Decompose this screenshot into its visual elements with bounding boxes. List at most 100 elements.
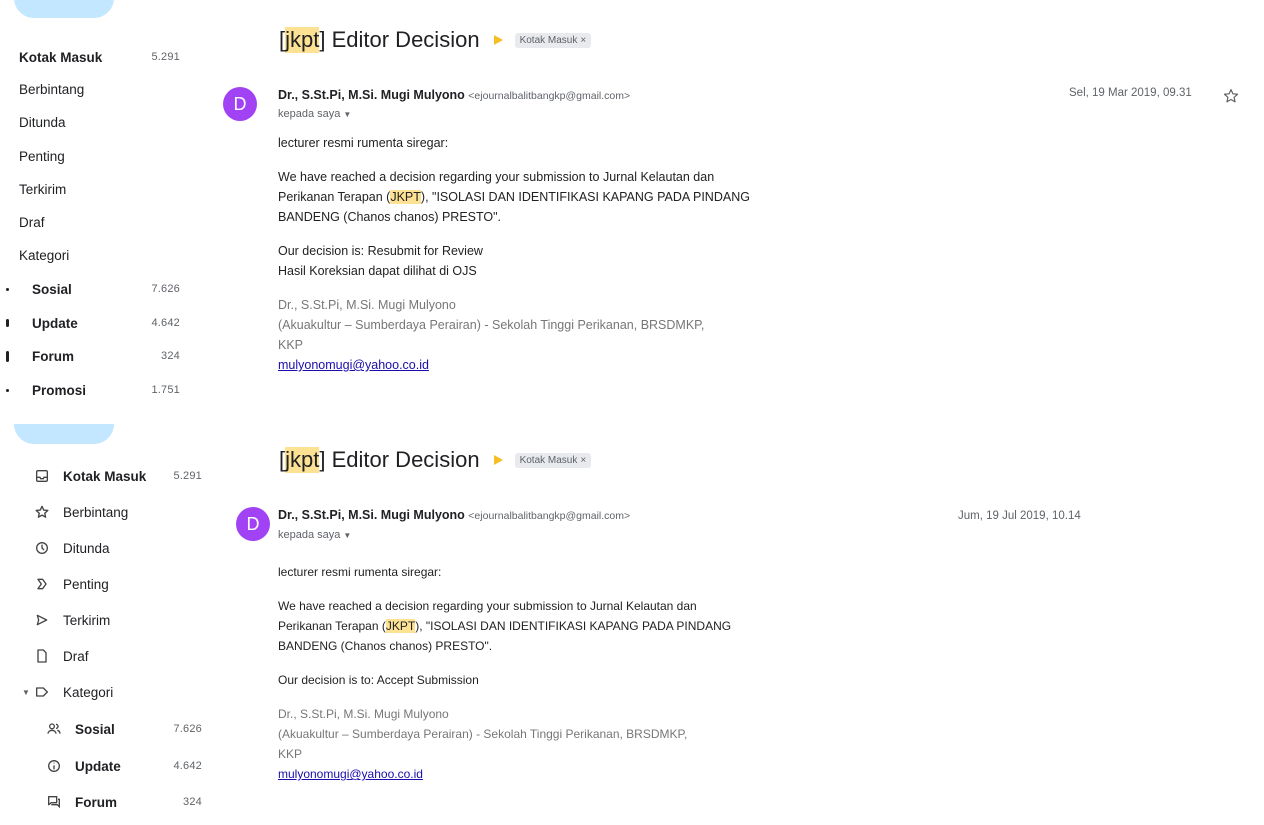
sidebar-item-forum[interactable]: Forum 324	[0, 341, 208, 371]
sender-line: Dr., S.St.Pi, M.Si. Mugi Mulyono <ejourn…	[278, 508, 630, 522]
sidebar-item-label: Draf	[19, 214, 45, 230]
sidebar-item-kategori[interactable]: ▼ Kategori	[0, 677, 208, 707]
important-icon	[33, 575, 51, 593]
avatar[interactable]: D	[223, 87, 257, 121]
inbox-icon	[33, 467, 51, 485]
expand-caret-icon[interactable]: ▼	[22, 688, 30, 697]
subject-tag-highlight: jkpt	[285, 447, 320, 473]
important-marker-icon[interactable]	[493, 35, 503, 45]
sidebar-item-count: 4.642	[151, 317, 180, 329]
signature-name: Dr., S.St.Pi, M.Si. Mugi Mulyono	[278, 298, 456, 312]
email-subject: [jkpt] Editor Decision Kotak Masuk ×	[279, 27, 592, 53]
sidebar-item-update[interactable]: Update 4.642	[0, 308, 208, 338]
forum-icon	[45, 793, 63, 811]
bullet-icon	[6, 388, 9, 392]
body-text: Perikanan Terapan (	[278, 619, 386, 633]
sender-name: Dr., S.St.Pi, M.Si. Mugi Mulyono	[278, 508, 465, 522]
bullet-icon	[6, 319, 9, 327]
signature-affiliation: (Akuakultur – Sumberdaya Perairan) - Sek…	[278, 318, 705, 332]
label-chip-inbox[interactable]: Kotak Masuk ×	[514, 452, 592, 468]
sidebar: Kotak Masuk 5.291 Berbintang Ditunda Pen…	[0, 420, 208, 825]
sidebar-item-label: Penting	[19, 148, 65, 164]
signature-email-link[interactable]: mulyonomugi@yahoo.co.id	[278, 358, 429, 372]
sidebar-item-label: Forum	[32, 348, 74, 364]
recipient-dropdown[interactable]: kepada saya ▼	[278, 529, 351, 541]
sidebar-item-terkirim[interactable]: Terkirim	[0, 605, 208, 635]
signature-email-link[interactable]: mulyonomugi@yahoo.co.id	[278, 767, 423, 781]
avatar-letter: D	[246, 513, 260, 534]
compose-button[interactable]	[14, 424, 114, 444]
info-icon	[45, 757, 63, 775]
recipient-dropdown[interactable]: kepada saya ▼	[278, 108, 351, 120]
signature-name: Dr., S.St.Pi, M.Si. Mugi Mulyono	[278, 707, 449, 721]
sidebar-item-berbintang[interactable]: Berbintang	[0, 74, 208, 104]
remove-label-icon[interactable]: ×	[580, 35, 586, 46]
bullet-icon	[6, 287, 9, 291]
note-text: Hasil Koreksian dapat dilihat di OJS	[278, 264, 477, 278]
important-marker-icon[interactable]	[493, 455, 503, 465]
signature-org: KKP	[278, 747, 303, 761]
body-text: ), "ISOLASI DAN IDENTIFIKASI KAPANG PADA…	[415, 619, 732, 633]
sidebar-item-promosi[interactable]: Promosi 1.751	[0, 375, 208, 405]
sidebar-item-sosial[interactable]: Sosial 7.626	[0, 714, 208, 744]
label-icon	[33, 683, 51, 701]
body-text: Perikanan Terapan (	[278, 190, 391, 204]
compose-button[interactable]	[14, 0, 114, 18]
sidebar-item-draf[interactable]: Draf	[0, 641, 208, 671]
sidebar-item-label: Promosi	[32, 382, 87, 398]
sidebar-item-count: 324	[183, 796, 202, 808]
email-date: Sel, 19 Mar 2019, 09.31	[1069, 87, 1192, 99]
email-subject: [jkpt] Editor Decision Kotak Masuk ×	[279, 447, 592, 473]
sidebar-item-draf[interactable]: Draf	[0, 207, 208, 237]
subject-text: ] Editor Decision	[319, 27, 480, 52]
sidebar-item-label: Ditunda	[63, 540, 110, 556]
sender-email: <ejournalbalitbangkp@gmail.com>	[468, 510, 631, 522]
sidebar-item-label: Kategori	[19, 247, 70, 263]
label-chip-inbox[interactable]: Kotak Masuk ×	[514, 32, 592, 48]
sidebar-item-kategori[interactable]: Kategori	[0, 240, 208, 270]
jkpt-highlight: JKPT	[390, 190, 421, 204]
body-line: BANDENG (Chanos chanos) PRESTO".	[278, 210, 502, 224]
subject-text: ] Editor Decision	[319, 447, 480, 472]
avatar[interactable]: D	[236, 507, 270, 541]
email-view: [jkpt] Editor Decision Kotak Masuk × D Dr…	[215, 0, 1264, 410]
sender-line: Dr., S.St.Pi, M.Si. Mugi Mulyono <ejourn…	[278, 88, 630, 102]
subject-tag-highlight: jkpt	[285, 27, 320, 53]
sidebar-item-count: 1.751	[151, 384, 180, 396]
body-text: ), "ISOLASI DAN IDENTIFIKASI KAPANG PADA…	[420, 190, 750, 204]
sender-name: Dr., S.St.Pi, M.Si. Mugi Mulyono	[278, 88, 465, 102]
chevron-down-icon: ▼	[343, 110, 352, 119]
star-icon[interactable]	[1222, 87, 1240, 105]
sidebar-item-label: Penting	[63, 576, 109, 592]
sidebar-item-ditunda[interactable]: Ditunda	[0, 107, 208, 137]
sidebar-item-count: 324	[161, 350, 180, 362]
sidebar-item-update[interactable]: Update 4.642	[0, 751, 208, 781]
sidebar-item-sosial[interactable]: Sosial 7.626	[0, 274, 208, 304]
sidebar-item-label: Sosial	[75, 721, 115, 737]
sidebar-item-count: 4.642	[173, 760, 202, 772]
greeting: lecturer resmi rumenta siregar:	[278, 565, 442, 579]
body-line: Perikanan Terapan (JKPT), "ISOLASI DAN I…	[278, 187, 798, 207]
avatar-letter: D	[233, 93, 247, 114]
signature-org: KKP	[278, 338, 304, 352]
sidebar-item-penting[interactable]: Penting	[0, 141, 208, 171]
email-body: lecturer resmi rumenta siregar: We have …	[278, 562, 738, 784]
sidebar-item-terkirim[interactable]: Terkirim	[0, 174, 208, 204]
sidebar-item-label: Berbintang	[63, 504, 129, 520]
email-view: [jkpt] Editor Decision Kotak Masuk × D Dr…	[215, 420, 1264, 825]
sidebar-item-forum[interactable]: Forum 324	[0, 787, 208, 817]
clock-icon	[33, 539, 51, 557]
sidebar-item-label: Berbintang	[19, 81, 85, 97]
label-chip-text: Kotak Masuk	[519, 454, 578, 466]
sidebar-item-kotak-masuk[interactable]: Kotak Masuk 5.291	[0, 461, 208, 491]
sidebar-item-ditunda[interactable]: Ditunda	[0, 533, 208, 563]
sidebar-item-label: Update	[75, 758, 121, 774]
remove-label-icon[interactable]: ×	[580, 455, 586, 466]
decision-text: Our decision is to: Accept Submission	[278, 673, 479, 687]
body-line: We have reached a decision regarding you…	[278, 170, 715, 184]
sidebar-item-kotak-masuk[interactable]: Kotak Masuk 5.291	[0, 42, 208, 72]
greeting: lecturer resmi rumenta siregar:	[278, 136, 449, 150]
sidebar-item-count: 7.626	[151, 283, 180, 295]
sidebar-item-penting[interactable]: Penting	[0, 569, 208, 599]
sidebar-item-berbintang[interactable]: Berbintang	[0, 497, 208, 527]
